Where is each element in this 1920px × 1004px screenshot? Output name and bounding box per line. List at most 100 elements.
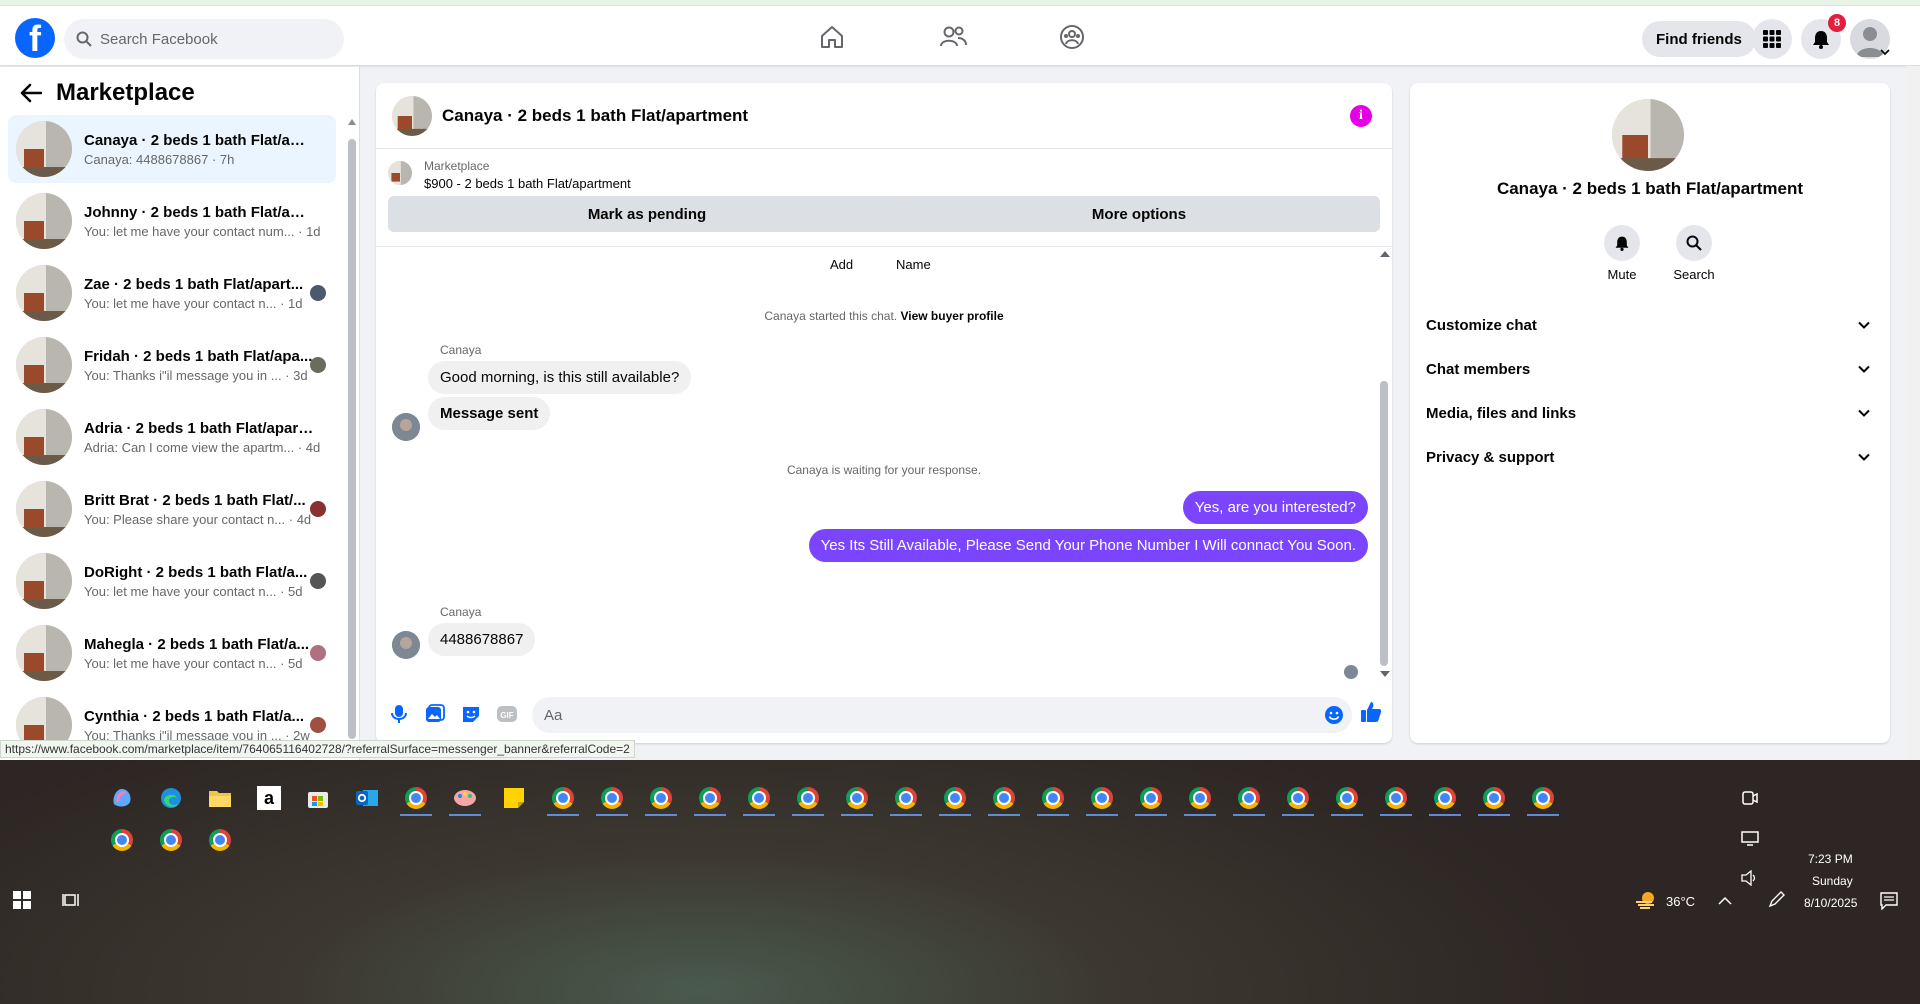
chrome-window-icon[interactable] xyxy=(741,780,777,816)
chrome-window-icon[interactable] xyxy=(545,780,581,816)
chrome-window-icon[interactable] xyxy=(1427,780,1463,816)
sticker-icon[interactable] xyxy=(460,703,482,725)
outgoing-message[interactable]: Yes, are you interested? xyxy=(1182,491,1368,524)
emoji-icon[interactable] xyxy=(1324,705,1344,725)
photo-icon[interactable] xyxy=(424,703,446,725)
conversation-item[interactable]: Canaya · 2 beds 1 bath Flat/apar... Canay… xyxy=(8,115,336,183)
weather-temperature[interactable]: 36°C xyxy=(1666,894,1695,909)
chevron-down-icon xyxy=(1858,365,1870,373)
details-thumbnail[interactable] xyxy=(1612,99,1684,171)
outgoing-message[interactable]: Yes Its Still Available, Please Send You… xyxy=(808,529,1368,562)
message-input[interactable] xyxy=(544,706,1304,724)
chat-scroll-down-icon[interactable] xyxy=(1380,671,1390,677)
mute-action[interactable]: Mute xyxy=(1592,225,1652,282)
outlook-icon[interactable] xyxy=(349,780,385,816)
chrome-window-icon[interactable] xyxy=(1525,780,1561,816)
store-icon[interactable] xyxy=(300,780,336,816)
search-action[interactable]: Search xyxy=(1664,225,1724,282)
scroll-up-arrow-icon[interactable] xyxy=(348,119,356,125)
page-scrollbar[interactable] xyxy=(1906,66,1920,760)
more-options-button[interactable]: More options xyxy=(898,196,1380,232)
clock-date[interactable]: 8/10/2025 xyxy=(1804,896,1857,910)
incoming-message[interactable]: Message sent xyxy=(428,397,551,430)
chrome-window-icon[interactable] xyxy=(1231,780,1267,816)
banner-item-link[interactable]: $900 - 2 beds 1 bath Flat/apartment xyxy=(424,176,631,191)
chat-members-row[interactable]: Chat members xyxy=(1426,351,1874,387)
chrome-window-icon[interactable] xyxy=(1280,780,1316,816)
privacy-support-row[interactable]: Privacy & support xyxy=(1426,439,1874,475)
chrome-window-icon[interactable] xyxy=(790,780,826,816)
chrome-window-icon[interactable] xyxy=(986,780,1022,816)
like-thumbs-up-icon[interactable] xyxy=(1360,701,1382,723)
chevron-up-icon[interactable] xyxy=(1718,896,1732,906)
account-chevron-icon[interactable] xyxy=(1880,48,1890,56)
clock-time[interactable]: 7:23 PM xyxy=(1808,852,1853,866)
chrome-window-icon[interactable] xyxy=(692,780,728,816)
conversation-item[interactable]: Adria · 2 beds 1 bath Flat/apart... Adria… xyxy=(8,403,336,471)
chat-scroll-up-icon[interactable] xyxy=(1380,251,1390,257)
chrome-window-icon[interactable] xyxy=(104,822,140,858)
facebook-logo-icon[interactable]: f xyxy=(15,18,55,58)
sender-avatar[interactable] xyxy=(392,413,420,441)
chrome-window-icon[interactable] xyxy=(153,822,189,858)
incoming-message[interactable]: 4488678867 xyxy=(428,623,536,656)
search-box[interactable] xyxy=(64,19,344,59)
notification-center-icon[interactable] xyxy=(1880,892,1898,910)
chrome-window-icon[interactable] xyxy=(1084,780,1120,816)
conversation-item[interactable]: Britt Brat · 2 beds 1 bath Flat/... You: … xyxy=(8,475,336,543)
chrome-window-icon[interactable] xyxy=(643,780,679,816)
chrome-window-icon[interactable] xyxy=(937,780,973,816)
search-input[interactable] xyxy=(100,30,320,48)
chrome-window-icon[interactable] xyxy=(839,780,875,816)
sender-avatar[interactable] xyxy=(392,631,420,659)
task-view-icon[interactable] xyxy=(53,882,89,918)
view-buyer-profile-link[interactable]: View buyer profile xyxy=(900,309,1003,323)
chat-scrollbar[interactable] xyxy=(1380,381,1388,666)
copilot-icon[interactable] xyxy=(104,780,140,816)
conversation-item[interactable]: Johnny · 2 beds 1 bath Flat/apar... You: … xyxy=(8,187,336,255)
home-icon[interactable] xyxy=(815,20,849,54)
customize-chat-row[interactable]: Customize chat xyxy=(1426,307,1874,343)
chrome-window-icon[interactable] xyxy=(1035,780,1071,816)
desktop-display-icon[interactable] xyxy=(1732,820,1768,856)
meet-now-icon[interactable] xyxy=(1732,780,1768,816)
banner-thumbnail[interactable] xyxy=(388,161,412,185)
friends-icon[interactable] xyxy=(936,20,970,54)
back-arrow-icon[interactable] xyxy=(20,83,42,103)
edge-icon[interactable] xyxy=(153,780,189,816)
sidebar-scrollbar[interactable] xyxy=(348,139,356,739)
clock-day[interactable]: Sunday xyxy=(1812,874,1853,888)
windows-start-icon[interactable] xyxy=(4,882,40,918)
menu-grid-button[interactable] xyxy=(1752,19,1792,59)
chrome-window-icon[interactable] xyxy=(888,780,924,816)
conversation-item[interactable]: DoRight · 2 beds 1 bath Flat/a... You: le… xyxy=(8,547,336,615)
find-friends-button[interactable]: Find friends xyxy=(1642,21,1756,57)
chrome-window-icon[interactable] xyxy=(1182,780,1218,816)
sticky-notes-icon[interactable] xyxy=(496,780,532,816)
media-files-links-row[interactable]: Media, files and links xyxy=(1426,395,1874,431)
microphone-icon[interactable] xyxy=(388,703,410,725)
groups-icon[interactable] xyxy=(1055,20,1089,54)
file-explorer-icon[interactable] xyxy=(202,780,238,816)
chrome-profile-icon[interactable] xyxy=(398,780,434,816)
info-icon[interactable]: i xyxy=(1350,105,1372,127)
chrome-window-icon[interactable] xyxy=(202,822,238,858)
conversation-item[interactable]: Mahegla · 2 beds 1 bath Flat/a... You: le… xyxy=(8,619,336,687)
mark-as-pending-button[interactable]: Mark as pending xyxy=(388,196,906,232)
gif-icon[interactable]: GIF xyxy=(496,703,518,725)
chrome-window-icon[interactable] xyxy=(594,780,630,816)
weather-icon[interactable] xyxy=(1628,882,1664,918)
pen-icon[interactable] xyxy=(1768,890,1786,908)
amazon-icon[interactable]: a xyxy=(251,780,287,816)
incoming-message[interactable]: Good morning, is this still available? xyxy=(428,361,692,394)
chat-listing-thumbnail[interactable] xyxy=(392,95,432,136)
volume-icon[interactable] xyxy=(1732,860,1768,896)
paint-app-icon[interactable] xyxy=(447,780,483,816)
chrome-window-icon[interactable] xyxy=(1476,780,1512,816)
conversation-item[interactable]: Zae · 2 beds 1 bath Flat/apart... You: le… xyxy=(8,259,336,327)
chrome-window-icon[interactable] xyxy=(1133,780,1169,816)
chrome-window-icon[interactable] xyxy=(1329,780,1365,816)
message-input-box[interactable] xyxy=(532,697,1352,733)
conversation-item[interactable]: Fridah · 2 beds 1 bath Flat/apa... You: T… xyxy=(8,331,336,399)
chrome-window-icon[interactable] xyxy=(1378,780,1414,816)
